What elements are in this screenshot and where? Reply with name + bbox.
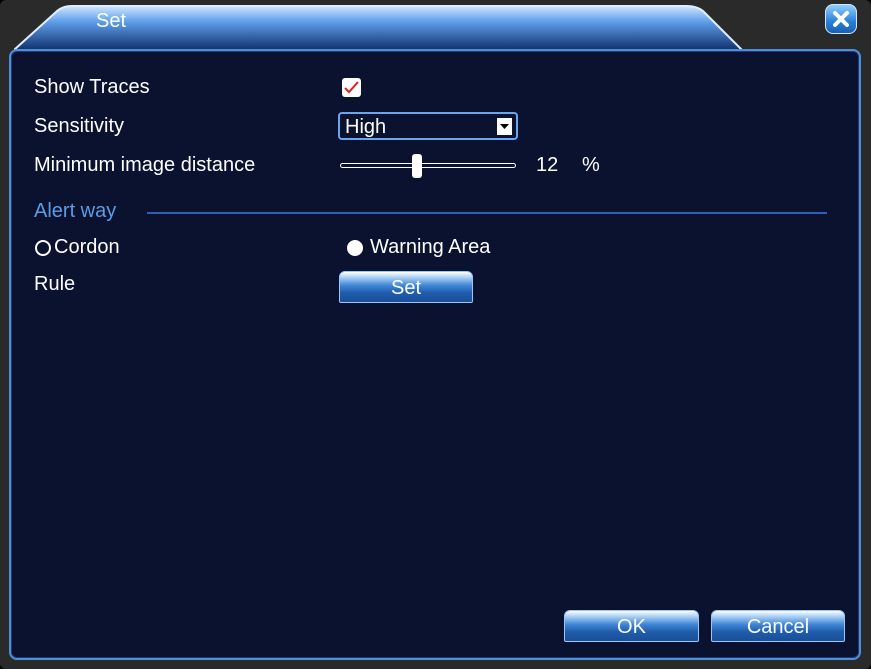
rule-label: Rule — [34, 273, 76, 295]
chevron-down-icon[interactable] — [497, 118, 512, 135]
min-distance-label: Minimum image distance — [34, 154, 256, 176]
checkmark-icon — [344, 81, 359, 94]
alert-way-heading: Alert way — [34, 200, 117, 222]
cordon-label: Cordon — [54, 236, 120, 258]
percent-unit: % — [582, 154, 600, 176]
dialog-window: Set Show Traces Sensitivity High Minimum… — [0, 0, 871, 669]
sensitivity-select[interactable]: High — [338, 112, 518, 140]
section-divider — [147, 212, 827, 214]
title-tab: Set — [14, 4, 744, 50]
sensitivity-label: Sensitivity — [34, 115, 125, 137]
sensitivity-value: High — [345, 116, 387, 138]
cordon-radio[interactable] — [35, 240, 51, 256]
slider-handle[interactable] — [411, 154, 422, 178]
show-traces-label: Show Traces — [34, 76, 150, 98]
window-title: Set — [96, 10, 127, 32]
show-traces-checkbox[interactable] — [342, 78, 361, 97]
warning-area-radio[interactable] — [347, 240, 363, 256]
close-icon — [833, 11, 849, 27]
warning-area-label: Warning Area — [370, 236, 491, 258]
cancel-button[interactable]: Cancel — [711, 610, 845, 642]
content-panel — [9, 49, 861, 660]
min-distance-value: 12 — [536, 154, 559, 176]
min-distance-slider[interactable] — [340, 163, 516, 168]
ok-button[interactable]: OK — [564, 610, 699, 642]
rule-set-button[interactable]: Set — [339, 271, 473, 303]
close-button[interactable] — [825, 4, 857, 34]
